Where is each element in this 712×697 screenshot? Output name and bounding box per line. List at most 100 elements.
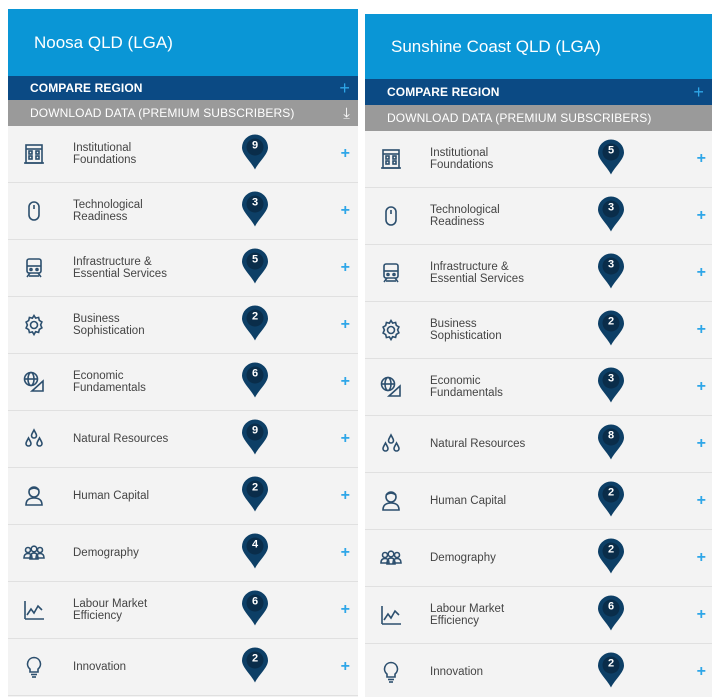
- expand-plus-icon[interactable]: +: [341, 544, 350, 562]
- score-value: 2: [251, 310, 259, 323]
- category-row-economic-fundamentals[interactable]: Economic Fundamentals 6 +: [8, 354, 358, 411]
- gear-icon: [22, 313, 46, 337]
- mouse-icon: [379, 204, 403, 228]
- line-chart-icon: [379, 603, 403, 627]
- expand-plus-icon[interactable]: +: [341, 601, 350, 619]
- category-row-natural-resources[interactable]: Natural Resources 8 +: [365, 416, 712, 473]
- expand-plus-icon[interactable]: +: [341, 145, 350, 163]
- lightbulb-icon: [22, 655, 46, 679]
- category-row-business-sophistication[interactable]: Business Sophistication 2 +: [8, 297, 358, 354]
- score-value: 2: [607, 486, 615, 499]
- score-pin: 2: [241, 476, 269, 513]
- compare-region-bar[interactable]: COMPARE REGION +: [8, 76, 358, 100]
- category-row-institutional-foundations[interactable]: Institutional Foundations 9 +: [8, 126, 358, 183]
- category-row-infrastructure-and-essential-services[interactable]: Infrastructure & Essential Services 5 +: [8, 240, 358, 297]
- expand-plus-icon[interactable]: +: [697, 492, 706, 510]
- category-row-economic-fundamentals[interactable]: Economic Fundamentals 3 +: [365, 359, 712, 416]
- group-icon: [379, 546, 403, 570]
- score-pin: 2: [241, 647, 269, 684]
- category-label: Economic Fundamentals: [430, 375, 503, 399]
- category-label: Business Sophistication: [73, 313, 145, 337]
- category-label: Infrastructure & Essential Services: [430, 261, 524, 285]
- category-label: Human Capital: [73, 490, 150, 502]
- train-icon: [22, 256, 46, 280]
- category-list: Institutional Foundations 5 + Technological…: [365, 131, 712, 697]
- score-value: 3: [607, 258, 615, 271]
- expand-plus-icon[interactable]: +: [341, 373, 350, 391]
- region-panel-noosa: Noosa QLD (LGA) COMPARE REGION + DOWNLOAD D…: [8, 9, 358, 697]
- category-label: Innovation: [430, 666, 484, 678]
- category-row-human-capital[interactable]: Human Capital 2 +: [365, 473, 712, 530]
- download-data-bar[interactable]: DOWNLOAD DATA (PREMIUM SUBSCRIBERS) ⤓: [8, 100, 358, 126]
- score-value: 6: [607, 600, 615, 613]
- score-pin: 3: [597, 367, 625, 404]
- gear-icon: [379, 318, 403, 342]
- score-pin: 8: [597, 424, 625, 461]
- expand-plus-icon[interactable]: +: [697, 378, 706, 396]
- mouse-icon: [22, 199, 46, 223]
- score-value: 9: [251, 424, 259, 437]
- expand-plus-icon[interactable]: +: [697, 264, 706, 282]
- score-value: 9: [251, 139, 259, 152]
- score-value: 2: [607, 657, 615, 670]
- expand-plus-icon[interactable]: +: [697, 435, 706, 453]
- category-row-innovation[interactable]: Innovation 2 +: [365, 644, 712, 697]
- category-label: Technological Readiness: [430, 204, 500, 228]
- category-row-technological-readiness[interactable]: Technological Readiness 3 +: [365, 188, 712, 245]
- plus-icon[interactable]: +: [339, 79, 350, 97]
- person-icon: [379, 489, 403, 513]
- category-label: Innovation: [73, 661, 127, 673]
- category-row-human-capital[interactable]: Human Capital 2 +: [8, 468, 358, 525]
- score-pin: 2: [597, 538, 625, 575]
- category-label: Institutional Foundations: [430, 147, 494, 171]
- download-data-label: DOWNLOAD DATA (PREMIUM SUBSCRIBERS): [30, 106, 295, 120]
- expand-plus-icon[interactable]: +: [697, 207, 706, 225]
- region-panel-sunshine-coast: Sunshine Coast QLD (LGA) COMPARE REGION + D…: [365, 14, 712, 697]
- expand-plus-icon[interactable]: +: [341, 658, 350, 676]
- category-row-demography[interactable]: Demography 4 +: [8, 525, 358, 582]
- category-row-demography[interactable]: Demography 2 +: [365, 530, 712, 587]
- expand-plus-icon[interactable]: +: [341, 259, 350, 277]
- plus-icon[interactable]: +: [693, 83, 704, 101]
- category-row-innovation[interactable]: Innovation 2 +: [8, 639, 358, 696]
- score-value: 3: [607, 201, 615, 214]
- expand-plus-icon[interactable]: +: [697, 606, 706, 624]
- expand-plus-icon[interactable]: +: [341, 316, 350, 334]
- score-pin: 6: [241, 590, 269, 627]
- expand-plus-icon[interactable]: +: [697, 663, 706, 681]
- group-icon: [22, 541, 46, 565]
- train-icon: [379, 261, 403, 285]
- category-row-institutional-foundations[interactable]: Institutional Foundations 5 +: [365, 131, 712, 188]
- category-label: Labour Market Efficiency: [73, 598, 148, 622]
- score-pin: 2: [597, 652, 625, 689]
- expand-plus-icon[interactable]: +: [697, 549, 706, 567]
- region-title: Noosa QLD (LGA): [8, 9, 358, 76]
- category-row-infrastructure-and-essential-services[interactable]: Infrastructure & Essential Services 3 +: [365, 245, 712, 302]
- expand-plus-icon[interactable]: +: [341, 202, 350, 220]
- expand-plus-icon[interactable]: +: [341, 430, 350, 448]
- score-pin: 6: [597, 595, 625, 632]
- category-row-technological-readiness[interactable]: Technological Readiness 3 +: [8, 183, 358, 240]
- category-row-natural-resources[interactable]: Natural Resources 9 +: [8, 411, 358, 468]
- score-pin: 3: [241, 191, 269, 228]
- compare-region-bar[interactable]: COMPARE REGION +: [365, 79, 712, 105]
- score-value: 2: [251, 481, 259, 494]
- score-pin: 4: [241, 533, 269, 570]
- category-row-business-sophistication[interactable]: Business Sophistication 2 +: [365, 302, 712, 359]
- region-name: Sunshine Coast QLD (LGA): [391, 36, 601, 56]
- expand-plus-icon[interactable]: +: [341, 487, 350, 505]
- score-value: 5: [251, 253, 259, 266]
- water-drops-icon: [22, 427, 46, 451]
- expand-plus-icon[interactable]: +: [697, 321, 706, 339]
- score-value: 6: [251, 595, 259, 608]
- download-data-bar[interactable]: DOWNLOAD DATA (PREMIUM SUBSCRIBERS): [365, 105, 712, 131]
- score-value: 5: [607, 144, 615, 157]
- expand-plus-icon[interactable]: +: [697, 150, 706, 168]
- category-row-labour-market-efficiency[interactable]: Labour Market Efficiency 6 +: [365, 587, 712, 644]
- category-label: Demography: [430, 552, 496, 564]
- score-value: 3: [607, 372, 615, 385]
- category-label: Labour Market Efficiency: [430, 603, 505, 627]
- download-icon[interactable]: ⤓: [343, 106, 350, 121]
- category-row-labour-market-efficiency[interactable]: Labour Market Efficiency 6 +: [8, 582, 358, 639]
- score-value: 2: [607, 315, 615, 328]
